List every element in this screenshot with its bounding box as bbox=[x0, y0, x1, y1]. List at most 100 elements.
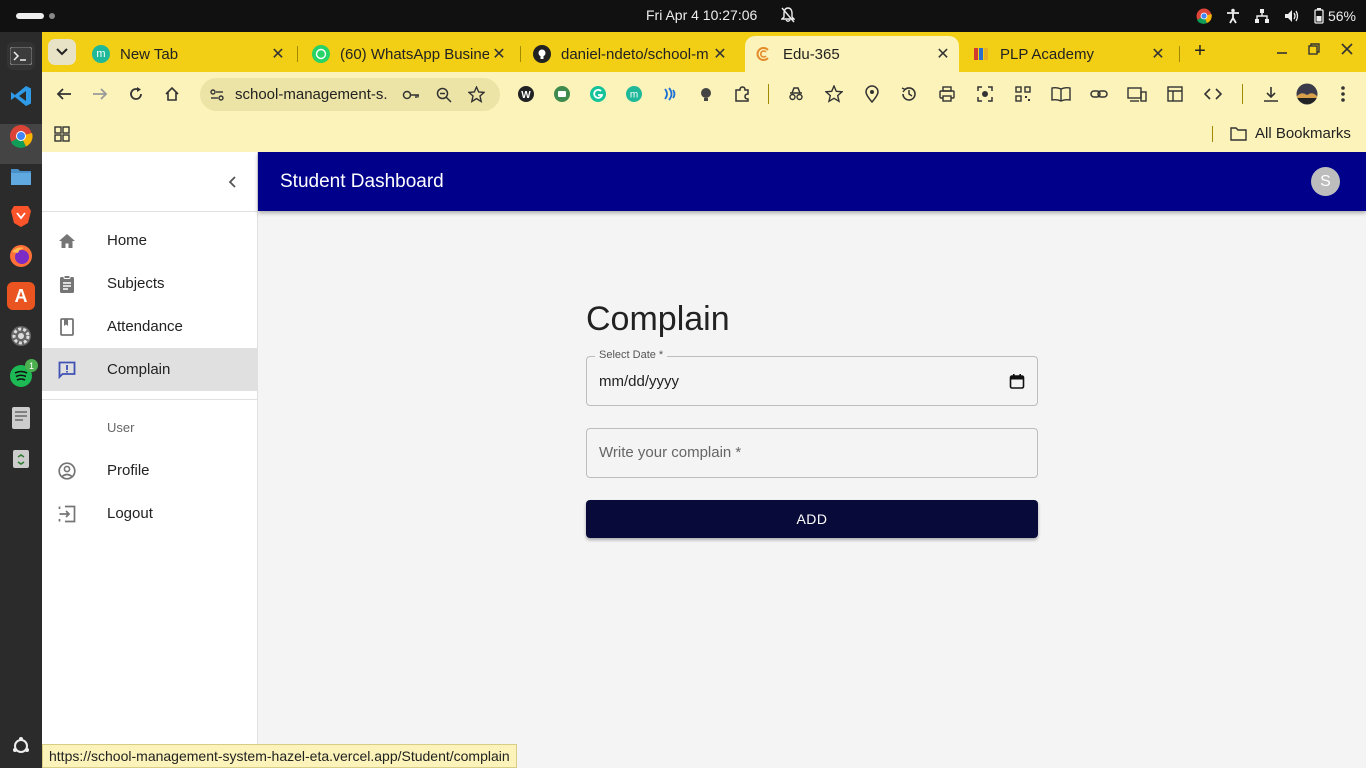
close-window-icon[interactable] bbox=[1341, 42, 1353, 60]
site-info-icon[interactable] bbox=[209, 87, 225, 103]
battery-percent: 56% bbox=[1327, 8, 1356, 24]
tab-search-button[interactable] bbox=[48, 39, 76, 65]
more-menu-icon[interactable] bbox=[1332, 83, 1354, 105]
copy-link-icon[interactable] bbox=[1088, 83, 1110, 105]
all-bookmarks-button[interactable]: All Bookmarks bbox=[1230, 125, 1351, 142]
sidebar-item-label: Subjects bbox=[107, 275, 165, 292]
code-icon[interactable] bbox=[1202, 83, 1224, 105]
bookmark-star-icon[interactable] bbox=[468, 86, 485, 103]
forward-icon[interactable] bbox=[89, 83, 111, 105]
software-center-icon[interactable]: A bbox=[7, 282, 35, 310]
text-editor-icon[interactable] bbox=[7, 404, 35, 432]
complain-field[interactable]: Write your complain * bbox=[586, 428, 1038, 478]
battery-icon[interactable] bbox=[1314, 8, 1324, 24]
svg-text:m: m bbox=[630, 90, 638, 101]
close-tab-icon[interactable]: ✕ bbox=[933, 44, 953, 64]
os-clock[interactable]: Fri Apr 4 10:27:06 bbox=[646, 7, 757, 23]
tab-whatsapp[interactable]: (60) WhatsApp Business ✕ bbox=[302, 36, 515, 72]
extension-w-icon[interactable]: W bbox=[515, 83, 537, 105]
print-icon[interactable] bbox=[936, 83, 958, 105]
add-button[interactable]: ADD bbox=[586, 500, 1038, 538]
tab-separator bbox=[297, 46, 298, 62]
extension-bulb-icon[interactable] bbox=[695, 83, 717, 105]
complain-input[interactable]: Write your complain * bbox=[599, 444, 741, 461]
m-icon: m bbox=[92, 45, 110, 63]
download-icon[interactable] bbox=[1260, 83, 1282, 105]
avatar[interactable]: S bbox=[1311, 167, 1340, 196]
zoom-icon[interactable] bbox=[436, 87, 452, 103]
date-input[interactable]: mm/dd/yyyy bbox=[599, 373, 679, 390]
new-tab-button[interactable]: + bbox=[1188, 40, 1212, 64]
chevron-down-icon bbox=[56, 48, 68, 56]
reload-icon[interactable] bbox=[125, 83, 147, 105]
complain-form: Complain Select Date * mm/dd/yyyy Write … bbox=[586, 300, 1038, 538]
extension-robot-icon[interactable] bbox=[551, 83, 573, 105]
profile-avatar-icon[interactable] bbox=[1296, 83, 1318, 105]
show-apps-icon[interactable] bbox=[7, 732, 35, 760]
date-field-label: Select Date * bbox=[595, 349, 668, 361]
collapse-sidebar-button[interactable] bbox=[224, 172, 240, 192]
volume-icon[interactable] bbox=[1284, 8, 1300, 24]
close-tab-icon[interactable]: ✕ bbox=[489, 44, 509, 64]
firefox-icon[interactable] bbox=[7, 242, 35, 270]
home-icon[interactable] bbox=[161, 83, 183, 105]
close-tab-icon[interactable]: ✕ bbox=[710, 44, 730, 64]
sidebar-section-label: User bbox=[107, 420, 135, 435]
qr-code-icon[interactable] bbox=[1012, 83, 1034, 105]
address-text[interactable]: school-management-s... bbox=[235, 86, 389, 103]
announcement-icon bbox=[58, 361, 76, 379]
grammarly-icon[interactable] bbox=[587, 83, 609, 105]
tab-github[interactable]: daniel-ndeto/school-m ✕ bbox=[523, 36, 736, 72]
screenshot-icon[interactable] bbox=[974, 83, 996, 105]
sidebar-item-profile[interactable]: Profile bbox=[42, 449, 257, 492]
extension-wave-icon[interactable] bbox=[659, 83, 681, 105]
reading-list-star-icon[interactable] bbox=[823, 83, 845, 105]
sidebar-item-logout[interactable]: Logout bbox=[42, 492, 257, 535]
sidebar-item-subjects[interactable]: Subjects bbox=[42, 262, 257, 305]
chrome-tray-icon[interactable] bbox=[1196, 8, 1212, 24]
tab-edu-365[interactable]: Edu-365 ✕ bbox=[745, 36, 959, 72]
spotify-badge: 1 bbox=[25, 359, 38, 372]
trash-icon[interactable] bbox=[7, 444, 35, 472]
restore-icon[interactable] bbox=[1308, 42, 1320, 60]
form-heading: Complain bbox=[586, 300, 730, 338]
extension-m-icon[interactable]: m bbox=[623, 83, 645, 105]
terminal-icon[interactable] bbox=[7, 42, 35, 70]
bookmarks-bar: All Bookmarks bbox=[42, 116, 1366, 152]
history-icon[interactable] bbox=[898, 83, 920, 105]
chrome-icon[interactable] bbox=[7, 122, 35, 150]
location-pin-icon[interactable] bbox=[861, 83, 883, 105]
minimize-icon[interactable] bbox=[1276, 42, 1288, 60]
table-icon[interactable] bbox=[1164, 83, 1186, 105]
activities-indicator[interactable] bbox=[16, 13, 44, 19]
devices-icon[interactable] bbox=[1126, 83, 1148, 105]
tab-new-tab[interactable]: m New Tab ✕ bbox=[82, 36, 294, 72]
reading-mode-icon[interactable] bbox=[1050, 83, 1072, 105]
tab-label: Edu-365 bbox=[783, 45, 840, 63]
files-icon[interactable] bbox=[7, 162, 35, 190]
brave-icon[interactable] bbox=[7, 202, 35, 230]
accessibility-icon[interactable] bbox=[1226, 8, 1240, 24]
sidebar-item-attendance[interactable]: Attendance bbox=[42, 305, 257, 348]
sidebar-item-home[interactable]: Home bbox=[42, 219, 257, 262]
sidebar-item-complain[interactable]: Complain bbox=[42, 348, 257, 391]
address-bar[interactable]: school-management-s... bbox=[200, 78, 500, 111]
workspace-dot bbox=[49, 13, 55, 19]
close-tab-icon[interactable]: ✕ bbox=[1148, 44, 1168, 64]
password-key-icon[interactable] bbox=[402, 87, 420, 103]
back-icon[interactable] bbox=[53, 83, 75, 105]
tab-plp-academy[interactable]: PLP Academy ✕ bbox=[962, 36, 1174, 72]
close-tab-icon[interactable]: ✕ bbox=[268, 44, 288, 64]
notifications-muted-icon[interactable] bbox=[781, 7, 795, 23]
network-icon[interactable] bbox=[1254, 8, 1270, 24]
svg-text:W: W bbox=[521, 90, 531, 101]
github-icon bbox=[533, 45, 551, 63]
extensions-puzzle-icon[interactable] bbox=[731, 83, 753, 105]
apps-grid-icon[interactable] bbox=[54, 126, 70, 142]
vscode-icon[interactable] bbox=[7, 82, 35, 110]
spotify-icon[interactable]: 1 bbox=[7, 359, 38, 390]
calendar-icon[interactable] bbox=[1009, 373, 1025, 389]
settings-icon[interactable] bbox=[7, 322, 35, 350]
extension-incognito-icon[interactable] bbox=[785, 83, 807, 105]
date-field[interactable]: Select Date * mm/dd/yyyy bbox=[586, 349, 1038, 406]
